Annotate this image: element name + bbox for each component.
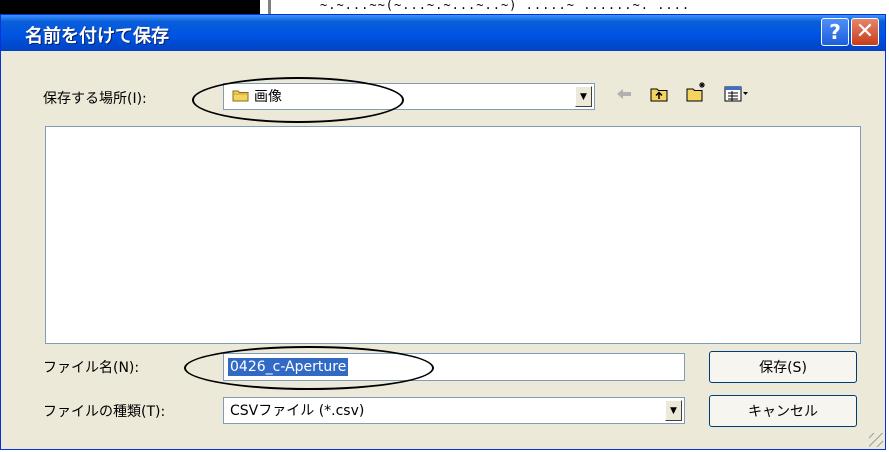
dialog-title: 名前を付けて保存 bbox=[25, 26, 169, 47]
background-text: ~.~...~~(~...~.~...~..~) .....~ ......~.… bbox=[320, 0, 691, 12]
cancel-button[interactable]: キャンセル bbox=[709, 395, 857, 427]
file-type-dropdown[interactable]: CSVファイル (*.csv) ▼ bbox=[223, 397, 685, 424]
file-name-label: ファイル名(N): bbox=[43, 360, 140, 376]
file-type-label: ファイルの種類(T): bbox=[43, 404, 166, 420]
save-button[interactable]: 保存(S) bbox=[709, 351, 857, 383]
save-in-label: 保存する場所(I): bbox=[43, 91, 147, 107]
close-button[interactable]: ✕ bbox=[851, 18, 879, 46]
save-in-dropdown[interactable]: 画像 ▼ bbox=[223, 83, 595, 110]
file-type-value: CSVファイル (*.csv) bbox=[230, 403, 365, 419]
save-as-dialog: 名前を付けて保存 ? ✕ 保存する場所(I): 画像 ▼ ファイル名(N): 0… bbox=[0, 14, 886, 450]
save-in-value: 画像 bbox=[254, 89, 282, 105]
back-arrow-icon[interactable] bbox=[615, 87, 633, 101]
file-name-value: 0426_c-Aperture bbox=[228, 358, 349, 376]
file-list[interactable] bbox=[45, 126, 861, 344]
resize-grip[interactable] bbox=[869, 433, 883, 447]
folder-icon bbox=[232, 90, 249, 102]
background-separator bbox=[268, 0, 271, 14]
title-bar[interactable]: 名前を付けて保存 ? ✕ bbox=[1, 15, 885, 51]
file-name-input[interactable]: 0426_c-Aperture bbox=[223, 353, 685, 381]
help-button[interactable]: ? bbox=[821, 18, 849, 46]
background-window bbox=[0, 0, 260, 14]
chevron-down-icon[interactable]: ▼ bbox=[665, 400, 682, 421]
up-folder-icon[interactable] bbox=[649, 85, 669, 103]
new-folder-icon[interactable] bbox=[685, 81, 707, 103]
view-menu-icon[interactable] bbox=[723, 85, 749, 103]
chevron-down-icon[interactable]: ▼ bbox=[575, 86, 592, 107]
